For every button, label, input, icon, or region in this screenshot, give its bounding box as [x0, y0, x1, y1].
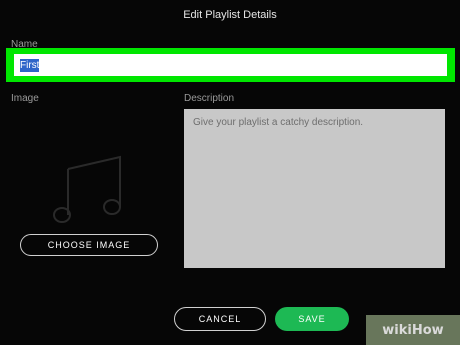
name-field-highlight: First: [6, 48, 455, 82]
choose-image-button[interactable]: CHOOSE IMAGE: [20, 234, 158, 256]
description-textarea[interactable]: Give your playlist a catchy description.: [184, 109, 445, 268]
dialog-title: Edit Playlist Details: [183, 9, 277, 21]
name-input[interactable]: First: [14, 54, 447, 76]
cancel-button[interactable]: CANCEL: [174, 307, 266, 331]
image-label: Image: [11, 93, 39, 104]
description-label: Description: [184, 93, 235, 104]
wikihow-watermark: wikiHow: [366, 315, 460, 345]
name-input-value: First: [20, 58, 40, 72]
save-button[interactable]: SAVE: [275, 307, 349, 331]
music-note-icon: [50, 155, 126, 232]
description-placeholder: Give your playlist a catchy description.: [193, 117, 364, 128]
